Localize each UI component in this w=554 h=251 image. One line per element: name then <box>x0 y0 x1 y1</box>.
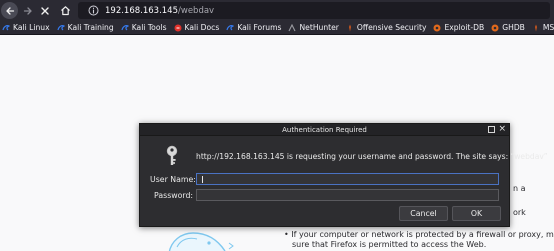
username-field[interactable] <box>196 173 499 185</box>
bookmark-label: Kali Docs <box>184 23 220 32</box>
bookmark-kali-training[interactable]: Kali Training <box>55 21 116 34</box>
bullet-line-1: • If your computer or network is protect… <box>284 230 554 239</box>
offsec-icon <box>346 24 354 32</box>
bookmark-ghdb[interactable]: GHDB <box>489 21 527 34</box>
forward-button[interactable] <box>19 2 36 19</box>
bookmark-kali-forums[interactable]: Kali Forums <box>224 21 283 34</box>
cancel-button[interactable]: Cancel <box>399 206 448 221</box>
bookmark-exploit-db[interactable]: Exploit-DB <box>431 21 486 34</box>
kali-dragon-icon <box>57 24 65 32</box>
back-button[interactable] <box>1 2 18 19</box>
bullet-line-2: sure that Firefox is permitted to access… <box>292 240 487 249</box>
ok-button[interactable]: OK <box>452 206 501 221</box>
arrow-left-icon <box>5 6 14 15</box>
kali-dragon-icon <box>2 24 11 32</box>
url-text[interactable]: 192.168.163.145/webdav <box>105 6 214 16</box>
kali-dragon-icon <box>121 24 130 32</box>
arrow-right-icon <box>23 6 32 15</box>
key-icon <box>163 145 181 167</box>
bookmark-offensive-security[interactable]: Offensive Security <box>344 21 429 34</box>
bookmark-label: Kali Linux <box>13 23 50 32</box>
url-path: /webdav <box>178 5 215 16</box>
bookmark-label: GHDB <box>502 23 525 32</box>
dialog-message: http://192.168.163.145 is requesting you… <box>196 152 548 161</box>
troubleshooting-bullet: • If your computer or network is protect… <box>284 230 554 250</box>
nethunter-icon <box>288 23 296 32</box>
password-field[interactable] <box>196 189 499 201</box>
bookmark-nethunter[interactable]: NetHunter <box>286 21 340 34</box>
bookmark-label: Kali Training <box>67 23 114 32</box>
bookmark-label: Kali Tools <box>131 23 167 32</box>
exploit-db-icon <box>433 24 441 32</box>
maximize-icon[interactable] <box>488 126 495 133</box>
bookmark-label: Kali Forums <box>237 23 282 32</box>
url-bar[interactable]: 192.168.163.145/webdav <box>78 2 550 19</box>
authentication-dialog: Authentication Required × http://192.168… <box>139 123 548 227</box>
bookmark-kali-tools[interactable]: Kali Tools <box>119 21 169 34</box>
bookmark-label: Exploit-DB <box>444 23 485 32</box>
home-button[interactable] <box>57 2 74 19</box>
home-icon <box>61 6 70 16</box>
info-icon[interactable] <box>87 5 99 17</box>
kali-dragon-icon <box>226 24 235 32</box>
kali-docs-icon <box>174 24 182 32</box>
ghdb-icon <box>491 24 499 32</box>
password-label: Password: <box>154 191 194 200</box>
dialog-titlebar[interactable]: Authentication Required × <box>140 124 509 136</box>
bookmark-kali-linux[interactable]: Kali Linux <box>0 21 52 34</box>
bookmarks-toolbar: Kali Linux Kali Training Kali Tools Kali… <box>0 21 554 35</box>
stop-button[interactable] <box>36 2 53 19</box>
url-host: 192.168.163.145 <box>105 5 179 16</box>
background-text-fragment: ork <box>513 208 526 217</box>
bookmark-label: NetHunter <box>299 23 339 32</box>
close-icon[interactable]: × <box>498 124 506 135</box>
close-x-icon <box>40 6 49 15</box>
bookmark-msfu[interactable]: MSFU <box>530 21 554 34</box>
bookmark-label: Offensive Security <box>356 23 427 32</box>
bookmark-label: MSFU <box>542 23 554 32</box>
msfu-icon <box>532 24 540 32</box>
username-label: User Name: <box>150 175 196 184</box>
dialog-title: Authentication Required <box>282 126 367 134</box>
text-caret <box>202 176 203 183</box>
password-input[interactable] <box>197 190 498 200</box>
navigation-toolbar: 192.168.163.145/webdav <box>0 0 554 21</box>
username-input[interactable] <box>197 174 498 184</box>
firefox-error-illustration <box>163 225 243 251</box>
bookmark-kali-docs[interactable]: Kali Docs <box>172 21 222 34</box>
background-text-fragment: n a <box>513 184 526 193</box>
